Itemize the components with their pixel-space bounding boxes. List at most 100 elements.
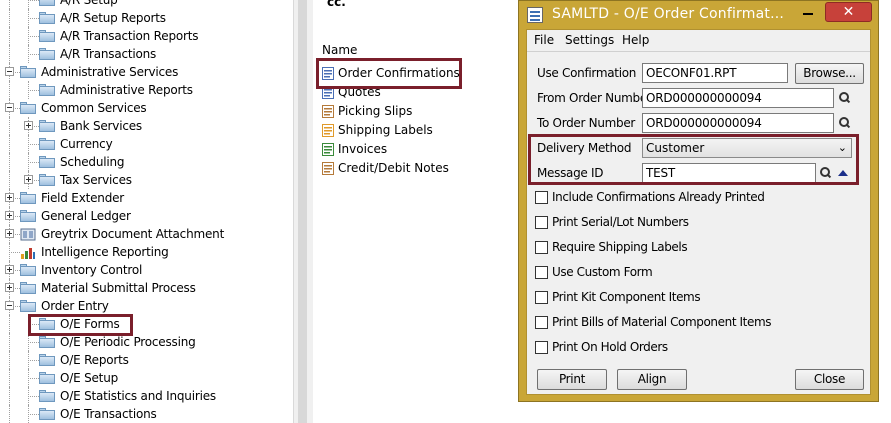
collapse-icon[interactable] xyxy=(5,301,14,310)
tree-item[interactable]: Greytrix Document Attachment xyxy=(0,225,293,243)
list-item[interactable]: Invoices xyxy=(322,140,522,159)
tree-connector xyxy=(9,45,10,63)
menu-file[interactable]: File xyxy=(534,33,554,47)
tree-item-label: Greytrix Document Attachment xyxy=(41,227,225,241)
tree-item[interactable]: Bank Services xyxy=(0,117,293,135)
checkbox[interactable] xyxy=(535,216,548,229)
tree-item[interactable]: Tax Services xyxy=(0,171,293,189)
pane-splitter[interactable] xyxy=(293,0,313,423)
expand-icon[interactable] xyxy=(5,229,14,238)
invoice-icon xyxy=(322,143,334,156)
tree-item[interactable]: Material Submittal Process xyxy=(0,279,293,297)
to-order-number-field[interactable]: ORD000000000094 xyxy=(642,113,834,133)
option-checkbox-row[interactable]: Print On Hold Orders xyxy=(535,340,835,357)
minimize-button[interactable] xyxy=(795,3,821,21)
expand-icon[interactable] xyxy=(24,121,33,130)
from-order-finder-icon[interactable] xyxy=(839,92,851,104)
tree-item-label: A/R Setup Reports xyxy=(60,11,166,25)
menu-settings[interactable]: Settings xyxy=(565,33,614,47)
option-checkbox-row[interactable]: Require Shipping Labels xyxy=(535,240,835,257)
list-item[interactable]: Credit/Debit Notes xyxy=(322,159,522,178)
expand-icon[interactable] xyxy=(24,175,33,184)
from-order-number-field[interactable]: ORD000000000094 xyxy=(642,88,834,108)
dialog-titlebar[interactable]: SAMLTD - O/E Order Confirmat... ✕ xyxy=(519,1,878,29)
collapse-icon[interactable] xyxy=(5,67,14,76)
checkbox[interactable] xyxy=(535,316,548,329)
tree-item[interactable]: Currency xyxy=(0,135,293,153)
menu-help[interactable]: Help xyxy=(622,33,649,47)
folder-icon xyxy=(20,102,36,114)
tree-connector xyxy=(9,315,10,333)
tree-item[interactable]: Administrative Services xyxy=(0,63,293,81)
collapse-icon[interactable] xyxy=(5,103,14,112)
list-item[interactable]: Picking Slips xyxy=(322,102,522,121)
folder-icon xyxy=(20,264,36,276)
column-header-name[interactable]: Name xyxy=(322,43,357,57)
from-order-number-label: From Order Number xyxy=(537,91,652,105)
expand-icon[interactable] xyxy=(5,283,14,292)
checkbox[interactable] xyxy=(535,341,548,354)
tree-item-label: Tax Services xyxy=(60,173,132,187)
tree-item-label: Field Extender xyxy=(41,191,125,205)
tree-connector xyxy=(28,27,29,45)
checkbox[interactable] xyxy=(535,241,548,254)
tree-item-label: A/R Transaction Reports xyxy=(60,29,199,43)
tree-item[interactable]: Field Extender xyxy=(0,189,293,207)
expand-icon[interactable] xyxy=(5,193,14,202)
tree-item[interactable]: Intelligence Reporting xyxy=(0,243,293,261)
tree-connector xyxy=(9,243,10,261)
checkbox[interactable] xyxy=(535,266,548,279)
checkbox[interactable] xyxy=(535,291,548,304)
tree-item[interactable]: A/R Setup Reports xyxy=(0,9,293,27)
list-item[interactable]: Shipping Labels xyxy=(322,121,522,140)
option-checkbox-row[interactable]: Use Custom Form xyxy=(535,265,835,282)
option-checkbox-row[interactable]: Print Bills of Material Component Items xyxy=(535,315,835,332)
tree-item[interactable]: A/R Transactions xyxy=(0,45,293,63)
window-close-button[interactable]: ✕ xyxy=(825,2,872,22)
option-checkbox-row[interactable]: Print Kit Component Items xyxy=(535,290,835,307)
folder-icon xyxy=(39,0,55,6)
navigation-tree: A/R Setup A/R Setup Reports A/R Transactio… xyxy=(0,0,293,423)
tree-connector xyxy=(28,360,39,361)
print-button[interactable]: Print xyxy=(537,369,607,390)
tree-item[interactable]: Inventory Control xyxy=(0,261,293,279)
credit-debit-note-icon xyxy=(322,162,334,175)
tree-connector xyxy=(9,135,10,153)
tree-connector xyxy=(9,153,10,171)
tree-item[interactable]: Scheduling xyxy=(0,153,293,171)
tree-connector xyxy=(28,45,29,63)
highlight-box-order-confirmations xyxy=(316,58,462,89)
tree-item[interactable]: O/E Statistics and Inquiries xyxy=(0,387,293,405)
tree-item[interactable]: Administrative Reports xyxy=(0,81,293,99)
option-checkbox-row[interactable]: Include Confirmations Already Printed xyxy=(535,190,835,207)
tree-connector xyxy=(28,351,29,369)
checkbox-label: Print On Hold Orders xyxy=(552,340,668,354)
tree-connector xyxy=(28,0,29,9)
tree-item-label: Intelligence Reporting xyxy=(41,245,169,259)
tree-item-label: Administrative Reports xyxy=(60,83,193,97)
to-order-finder-icon[interactable] xyxy=(839,117,851,129)
list-item-label: Picking Slips xyxy=(338,104,413,118)
folder-icon xyxy=(39,12,55,24)
tree-item[interactable]: Order Entry xyxy=(0,297,293,315)
tree-item[interactable]: O/E Transactions xyxy=(0,405,293,423)
tree-item[interactable]: A/R Setup xyxy=(0,0,293,9)
option-checkbox-row[interactable]: Print Serial/Lot Numbers xyxy=(535,215,835,232)
expand-icon[interactable] xyxy=(5,211,14,220)
tree-item[interactable]: A/R Transaction Reports xyxy=(0,27,293,45)
checkbox[interactable] xyxy=(535,191,548,204)
align-button[interactable]: Align xyxy=(617,369,687,390)
browse-button[interactable]: Browse... xyxy=(795,63,864,84)
tree-connector xyxy=(28,378,39,379)
tree-item-label: Material Submittal Process xyxy=(41,281,196,295)
folder-icon xyxy=(39,84,55,96)
tree-item[interactable]: O/E Setup xyxy=(0,369,293,387)
expand-icon[interactable] xyxy=(5,265,14,274)
tree-item[interactable]: O/E Reports xyxy=(0,351,293,369)
tree-item[interactable]: General Ledger xyxy=(0,207,293,225)
use-confirmation-field[interactable]: OECONF01.RPT xyxy=(642,63,788,83)
close-button[interactable]: Close xyxy=(795,369,864,390)
folder-icon xyxy=(39,336,55,348)
splitter-grip[interactable] xyxy=(298,0,307,423)
tree-item[interactable]: Common Services xyxy=(0,99,293,117)
